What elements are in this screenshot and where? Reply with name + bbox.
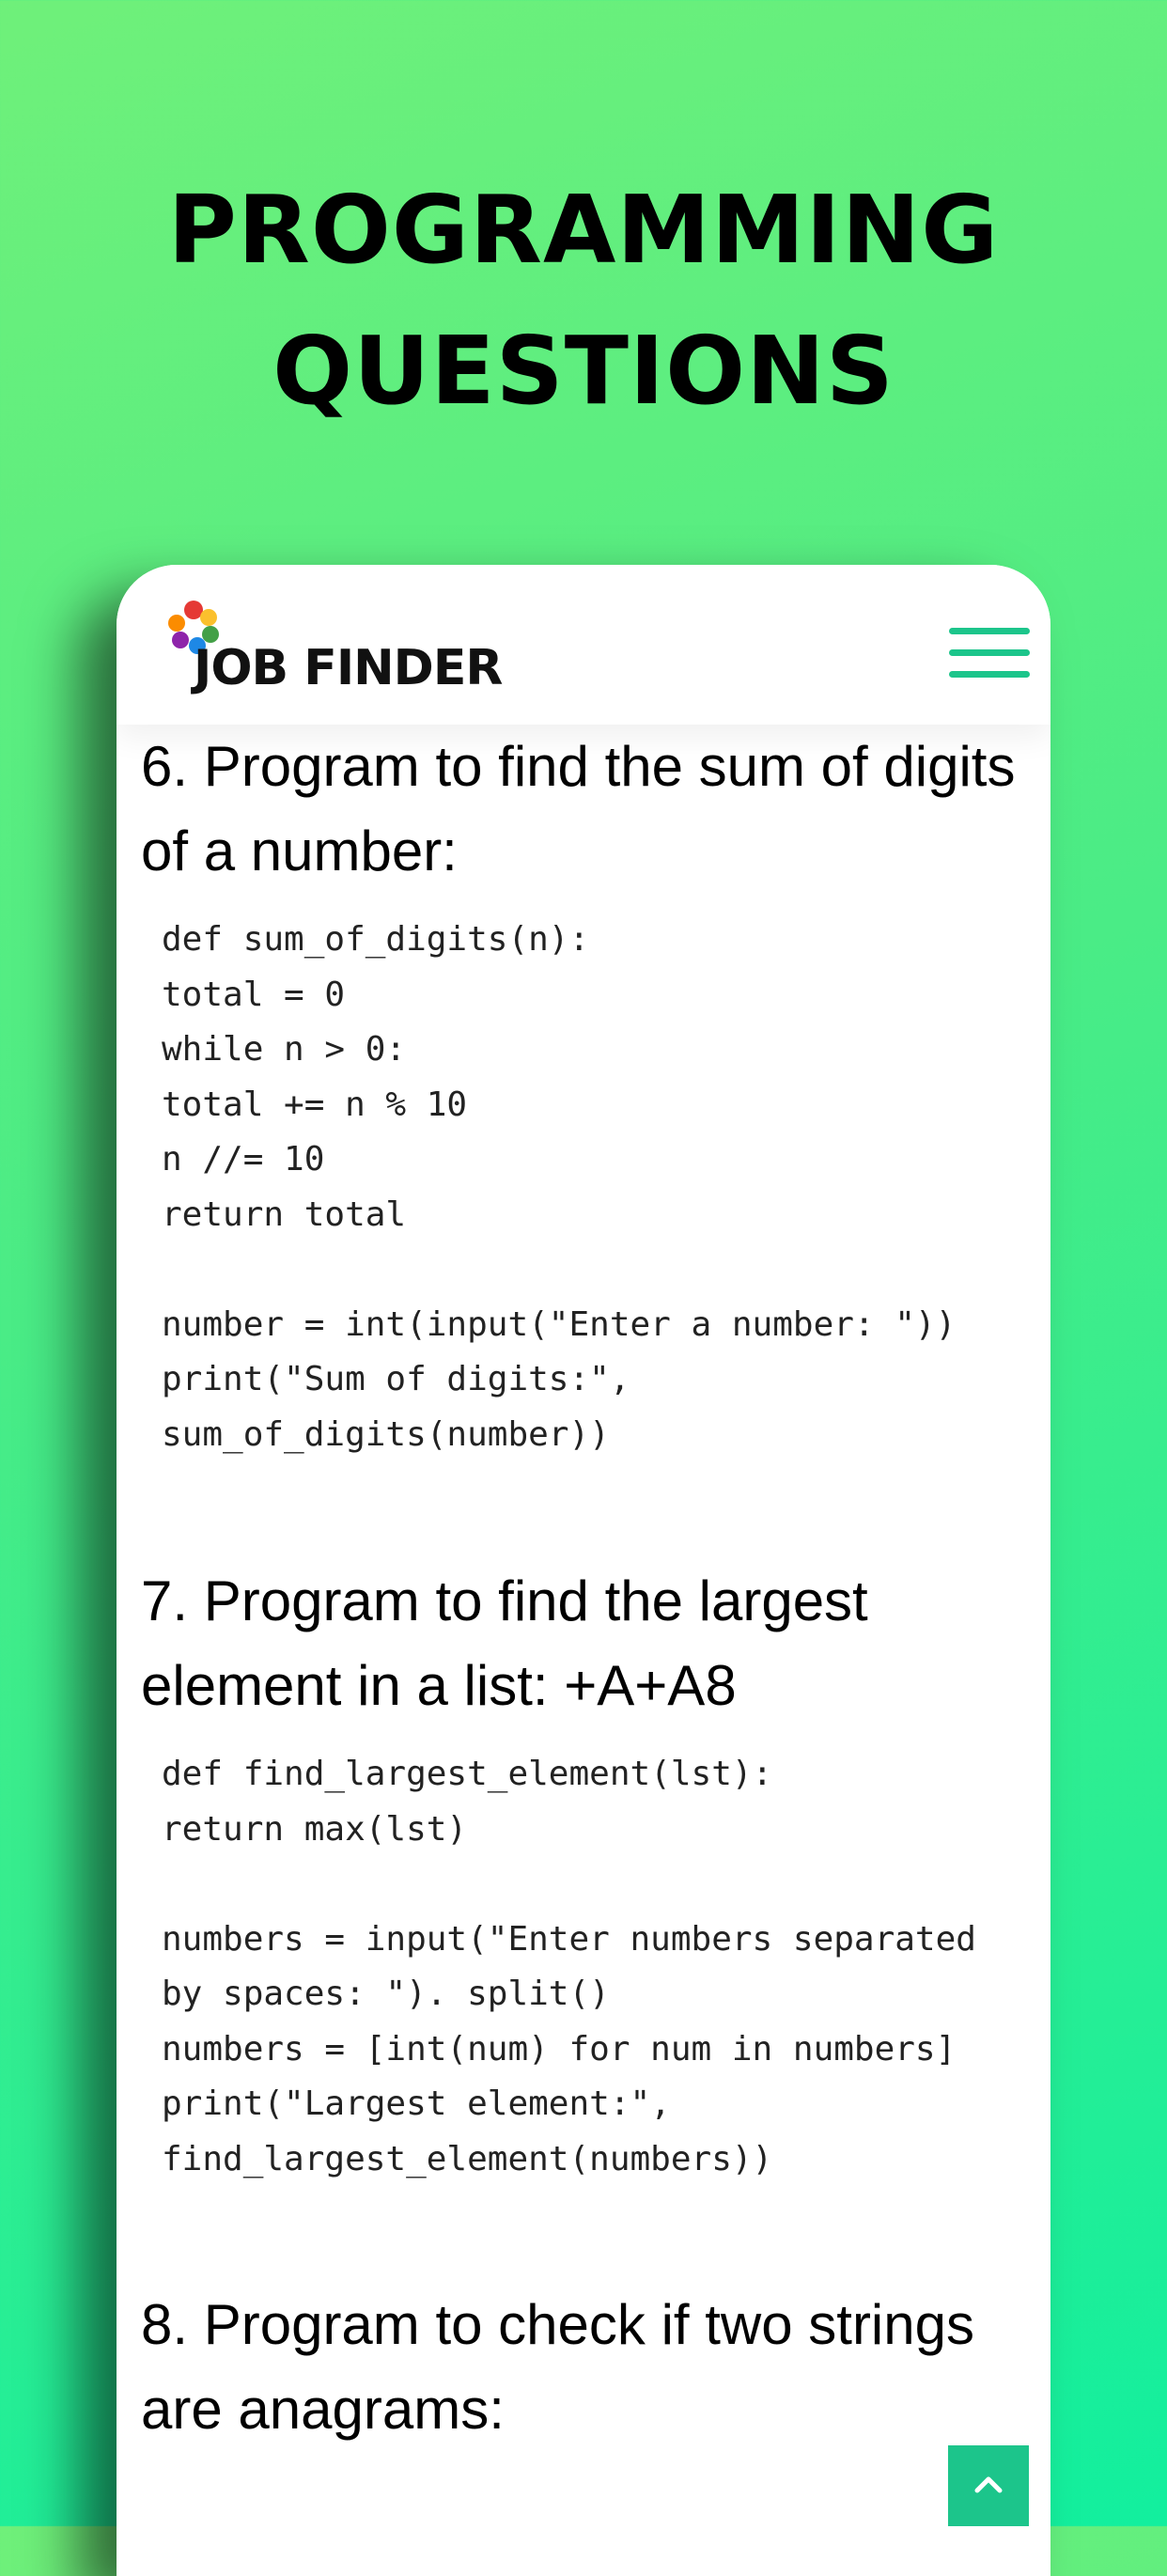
section-title-6: 6. Program to find the sum of digits of … [141,735,1016,882]
headline-line-2: QUESTIONS [272,316,895,426]
hamburger-menu-icon [949,628,1030,634]
page-headline: PROGRAMMING QUESTIONS [0,160,1167,442]
hamburger-menu-bar [949,671,1030,678]
chevron-up-icon [974,2476,1003,2493]
code-block-6: def sum_of_digits(n): total = 0 while n … [162,920,957,1454]
menu-button[interactable] [949,628,1030,680]
hamburger-menu-bar [949,649,1030,656]
navbar: JOB FINDER [117,565,1050,725]
brand-name: JOB FINDER [194,640,503,696]
section-title-8: 8. Program to check if two strings are a… [141,2293,974,2441]
back-to-top-button[interactable] [948,2445,1029,2526]
code-block-7: def find_largest_element(lst): return ma… [162,1755,976,2178]
logo[interactable]: JOB FINDER [156,589,513,702]
phone-frame: JOB FINDER 6. Program to find the sum of… [117,565,1050,2576]
section-title-7: 7. Program to find the largest element i… [141,1569,868,1717]
headline-line-1: PROGRAMMING [167,175,1000,285]
